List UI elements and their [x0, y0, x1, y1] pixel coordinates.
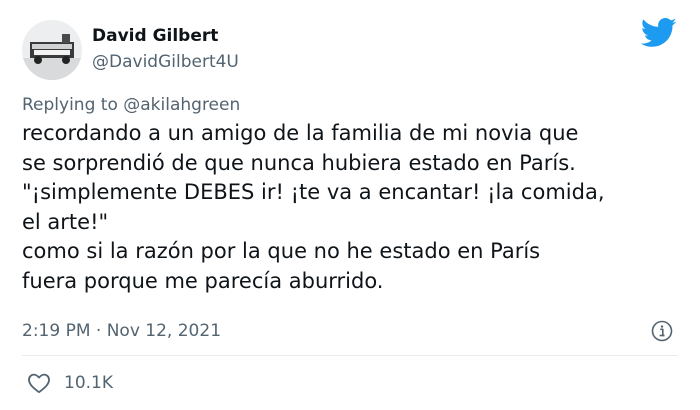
info-icon[interactable]: [651, 320, 673, 342]
avatar[interactable]: [22, 20, 82, 80]
reply-handle-link[interactable]: @akilahgreen: [123, 95, 240, 115]
heart-icon[interactable]: [27, 372, 51, 394]
tweet-text-line: fuera porque me parecía aburrido.: [22, 268, 384, 293]
avatar-image: [22, 20, 82, 80]
replying-to-label: Replying to: [22, 95, 118, 115]
tweet-date: Nov 12, 2021: [106, 321, 222, 341]
replying-to: Replying to @akilahgreen: [22, 94, 240, 116]
tweet-time: 2:19 PM: [22, 321, 91, 341]
tweet-timestamp[interactable]: 2:19 PM · Nov 12, 2021: [22, 320, 221, 342]
twitter-bird-icon[interactable]: [641, 18, 677, 48]
like-count: 10.1K: [64, 373, 113, 393]
author-handle[interactable]: @DavidGilbert4U: [92, 51, 239, 73]
author-display-name[interactable]: David Gilbert: [92, 25, 218, 47]
tweet-text-line: "¡simplemente DEBES ir! ¡te va a encanta…: [22, 180, 605, 204]
divider: [22, 355, 678, 356]
tweet-text-line: como si la razón por la que no he estado…: [22, 239, 541, 263]
tweet-text-line: el arte!": [22, 209, 109, 234]
tweet-text-line: recordando a un amigo de la familia de m…: [22, 121, 579, 145]
tweet-text: recordando a un amigo de la familia de m…: [22, 119, 682, 296]
meta-separator: ·: [95, 321, 102, 341]
tweet-text-line: se sorprendió de que nunca hubiera estad…: [22, 150, 576, 175]
tweet-card: David Gilbert @DavidGilbert4U Replying t…: [0, 0, 700, 410]
